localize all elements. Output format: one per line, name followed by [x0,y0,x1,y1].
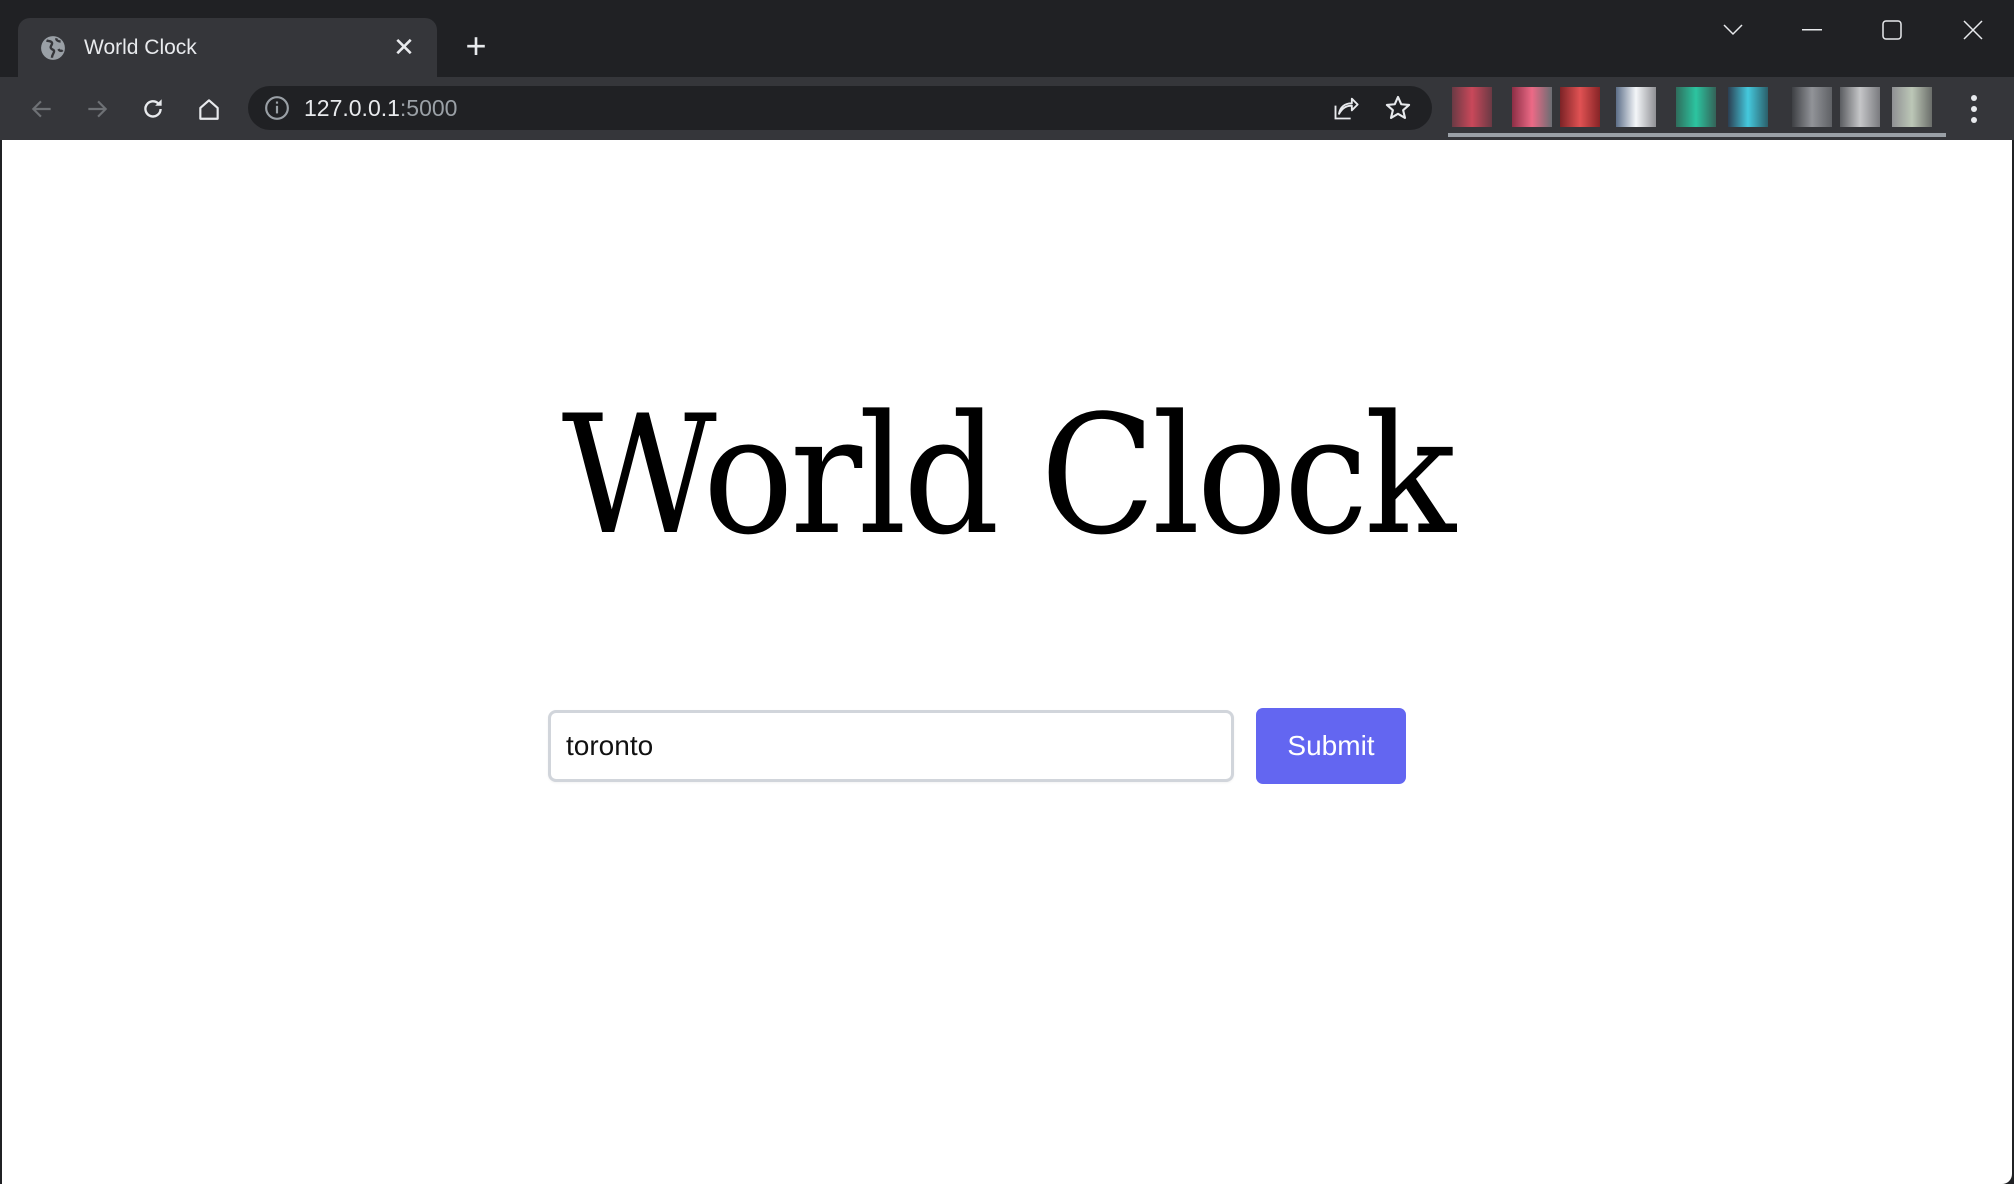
arrow-left-icon [31,100,51,118]
bookmark-button[interactable] [1380,90,1416,126]
share-button[interactable] [1328,90,1364,126]
tab-title: World Clock [84,35,197,59]
minimize-button[interactable] [1787,10,1837,50]
info-icon[interactable] [264,95,290,121]
forward-button[interactable] [79,91,115,127]
chevron-down-icon [1723,24,1743,36]
tab-close-icon[interactable]: ✕ [389,32,419,63]
arrow-right-icon [88,100,108,118]
close-icon [1963,20,1983,40]
reload-button[interactable] [135,91,171,127]
extensions-area [1448,81,1946,137]
extension-icon[interactable] [1616,87,1656,127]
city-input[interactable] [548,710,1234,782]
new-tab-button[interactable]: + [458,28,494,64]
extension-icon[interactable] [1840,87,1880,127]
page-content: World Clock Submit [2,140,2012,1184]
submit-button[interactable]: Submit [1256,708,1406,784]
menu-dot [1971,95,1977,101]
share-icon [1334,97,1359,120]
url-port: :5000 [399,94,458,121]
maximize-button[interactable] [1867,10,1917,50]
back-button[interactable] [24,91,60,127]
extension-icon[interactable] [1512,87,1552,127]
extension-icon[interactable] [1728,87,1768,127]
menu-dot [1971,106,1977,112]
extensions-scrollbar[interactable] [1448,133,1946,137]
star-icon [1385,95,1411,119]
toolbar: 127.0.0.1:5000 [0,77,2014,140]
page-title: World Clock [561,380,1456,571]
minimize-icon [1802,29,1822,31]
url-host: 127.0.0.1 [304,94,400,121]
browser-menu-button[interactable] [1956,91,1992,127]
extension-icon[interactable] [1792,87,1832,127]
city-form: Submit [548,708,1406,784]
url-text[interactable]: 127.0.0.1:5000 [304,95,1328,122]
extension-icon[interactable] [1892,87,1932,127]
address-bar[interactable]: 127.0.0.1:5000 [248,86,1432,130]
browser-tab[interactable]: World Clock ✕ [18,18,437,77]
home-button[interactable] [191,91,227,127]
home-icon [199,99,219,120]
maximize-icon [1882,20,1902,40]
extension-icon[interactable] [1560,87,1600,127]
extension-icon[interactable] [1676,87,1716,127]
globe-icon [41,35,65,60]
window-close-button[interactable] [1948,10,1998,50]
menu-dot [1971,117,1977,123]
tab-strip: World Clock ✕ + [0,0,2014,77]
extension-icon[interactable] [1452,87,1492,127]
tab-search-button[interactable] [1708,10,1758,50]
reload-icon [144,99,162,118]
